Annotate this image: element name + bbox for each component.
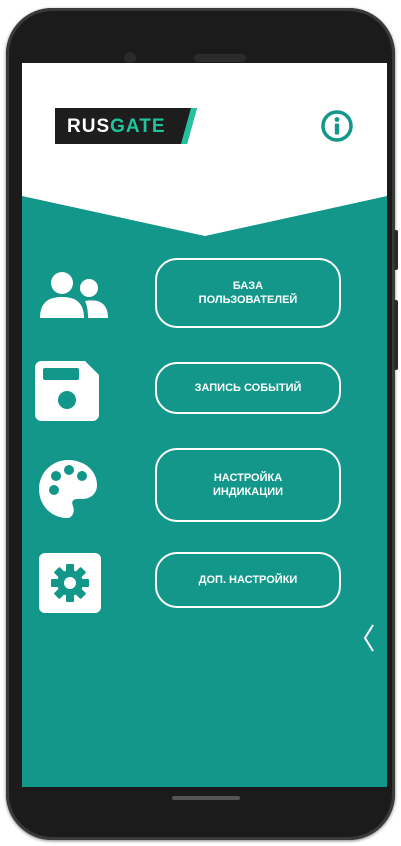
menu-row-extra-settings: ДОП. НАСТРОЙКИ xyxy=(22,550,387,613)
event-log-button[interactable]: ЗАПИСЬ СОБЫТИЙ xyxy=(155,362,341,414)
indication-settings-label-line2: ИНДИКАЦИИ xyxy=(212,486,284,498)
extra-settings-label: ДОП. НАСТРОЙКИ xyxy=(198,574,298,586)
header-background xyxy=(22,63,387,236)
navigation-bar xyxy=(22,787,387,827)
info-button[interactable] xyxy=(320,109,354,143)
home-indicator[interactable] xyxy=(172,796,240,800)
power-button xyxy=(394,300,398,370)
menu-row-users: БАЗА ПОЛЬЗОВАТЕЛЕЙ xyxy=(22,258,387,328)
menu-row-event-log: ЗАПИСЬ СОБЫТИЙ xyxy=(22,361,387,421)
volume-button xyxy=(394,230,398,270)
indication-settings-label-line1: НАСТРОЙКА xyxy=(213,472,283,484)
floppy-disk-icon xyxy=(35,361,99,421)
user-database-label-line1: БАЗА xyxy=(232,280,264,292)
header: RUSGATE xyxy=(22,63,387,238)
drawer-handle[interactable] xyxy=(362,623,376,653)
extra-settings-button[interactable]: ДОП. НАСТРОЙКИ xyxy=(155,552,341,608)
earpiece-speaker xyxy=(194,54,246,62)
users-icon xyxy=(40,272,108,318)
logo-text-rus: RUS xyxy=(67,116,111,137)
gear-icon xyxy=(39,553,101,613)
menu-row-indication: НАСТРОЙКА ИНДИКАЦИИ xyxy=(22,448,387,522)
user-database-label-line2: ПОЛЬЗОВАТЕЛЕЙ xyxy=(198,294,298,306)
event-log-label: ЗАПИСЬ СОБЫТИЙ xyxy=(194,382,302,394)
logo-text-gate: GATE xyxy=(110,116,166,137)
indication-settings-button[interactable]: НАСТРОЙКА ИНДИКАЦИИ xyxy=(155,448,341,522)
logo-text: RUSGATE xyxy=(67,116,166,138)
app-screen: RUSGATE БАЗА ПОЛЬЗОВАТЕЛЕЙ ЗАПИСЬ СОБЫТИ… xyxy=(22,63,387,787)
palette-icon xyxy=(39,460,97,518)
info-icon xyxy=(321,110,353,142)
user-database-button[interactable]: БАЗА ПОЛЬЗОВАТЕЛЕЙ xyxy=(155,258,341,328)
rusgate-logo: RUSGATE xyxy=(55,108,197,144)
chevron-left-icon xyxy=(363,624,374,652)
